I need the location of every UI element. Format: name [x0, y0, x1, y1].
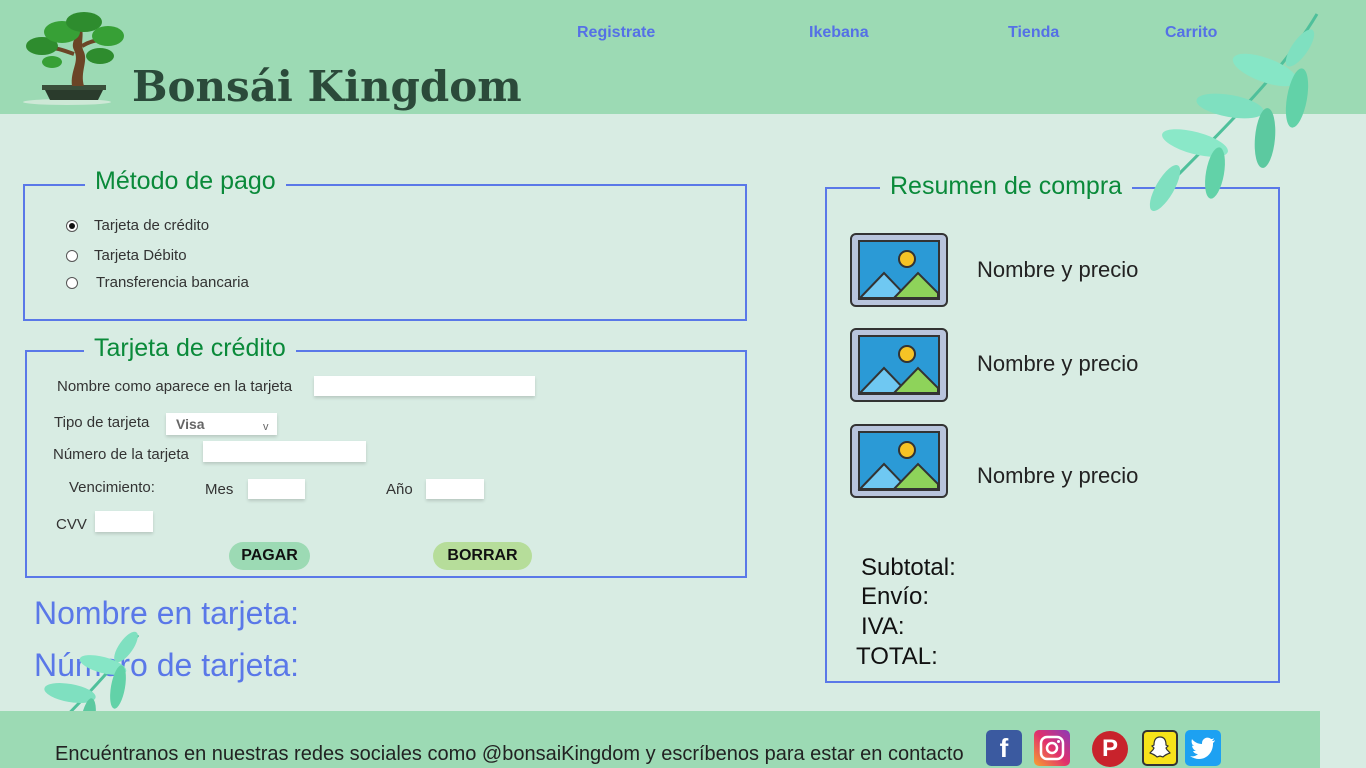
card-type-label: Tipo de tarjeta — [54, 414, 150, 431]
expiry-label: Vencimiento: — [69, 479, 155, 496]
pinterest-icon[interactable]: P — [1092, 731, 1128, 767]
clear-button[interactable]: BORRAR — [433, 542, 532, 570]
footer-text: Encuéntranos en nuestras redes sociales … — [55, 743, 964, 765]
expiry-month-label: Mes — [205, 481, 234, 498]
radio-button[interactable] — [66, 249, 78, 262]
card-number-input[interactable] — [203, 441, 366, 462]
nav-link-registrate[interactable]: Registrate — [577, 24, 655, 42]
total-label: TOTAL: — [856, 643, 938, 670]
radio-button-checked[interactable] — [66, 219, 78, 232]
shipping-label: Envío: — [861, 583, 930, 610]
brand-title: Bonsái Kingdom — [132, 62, 522, 111]
radio-label: Transferencia bancaria — [96, 274, 249, 291]
twitter-icon[interactable] — [1185, 730, 1221, 766]
expiry-year-label: Año — [386, 481, 413, 498]
nav-link-ikebana[interactable]: Ikebana — [809, 24, 869, 42]
product-image-icon — [850, 424, 948, 498]
subtotal-label: Subtotal: — [861, 554, 956, 581]
cardholder-name-input[interactable] — [314, 376, 535, 396]
payment-method-legend: Método de pago — [85, 167, 286, 196]
leaf-decoration-icon — [1149, 13, 1319, 211]
product-image-icon — [850, 328, 948, 402]
summary-item: Nombre y precio — [977, 257, 1139, 282]
card-type-value: Visa — [176, 416, 205, 432]
radio-label: Tarjeta Débito — [94, 247, 187, 264]
cardholder-name-label: Nombre como aparece en la tarjeta — [57, 378, 293, 395]
radio-bank-transfer[interactable]: Transferencia bancaria — [66, 274, 249, 291]
expiry-year-input[interactable] — [426, 479, 484, 499]
pay-button[interactable]: PAGAR — [229, 542, 310, 570]
chevron-down-icon: v — [263, 421, 269, 433]
nav-link-tienda[interactable]: Tienda — [1008, 24, 1059, 42]
expiry-month-input[interactable] — [248, 479, 305, 499]
summary-item: Nombre y precio — [977, 463, 1139, 488]
snapchat-icon[interactable] — [1142, 730, 1178, 766]
credit-card-legend: Tarjeta de crédito — [84, 334, 296, 363]
card-type-select[interactable]: Visa v — [166, 413, 277, 435]
radio-button[interactable] — [66, 276, 78, 289]
card-number-label: Número de la tarjeta — [53, 446, 189, 463]
instagram-icon[interactable] — [1034, 730, 1070, 766]
cvv-label: CVV — [56, 516, 87, 533]
bonsai-logo-icon[interactable] — [22, 10, 127, 108]
radio-credit-card[interactable]: Tarjeta de crédito — [66, 217, 209, 234]
radio-label: Tarjeta de crédito — [94, 217, 210, 234]
summary-item: Nombre y precio — [977, 351, 1139, 376]
radio-debit-card[interactable]: Tarjeta Débito — [66, 247, 187, 264]
product-image-icon — [850, 233, 948, 307]
cvv-input[interactable] — [95, 511, 153, 532]
tax-label: IVA: — [861, 613, 905, 640]
order-summary-legend: Resumen de compra — [880, 172, 1133, 201]
facebook-icon[interactable]: f — [986, 730, 1022, 766]
